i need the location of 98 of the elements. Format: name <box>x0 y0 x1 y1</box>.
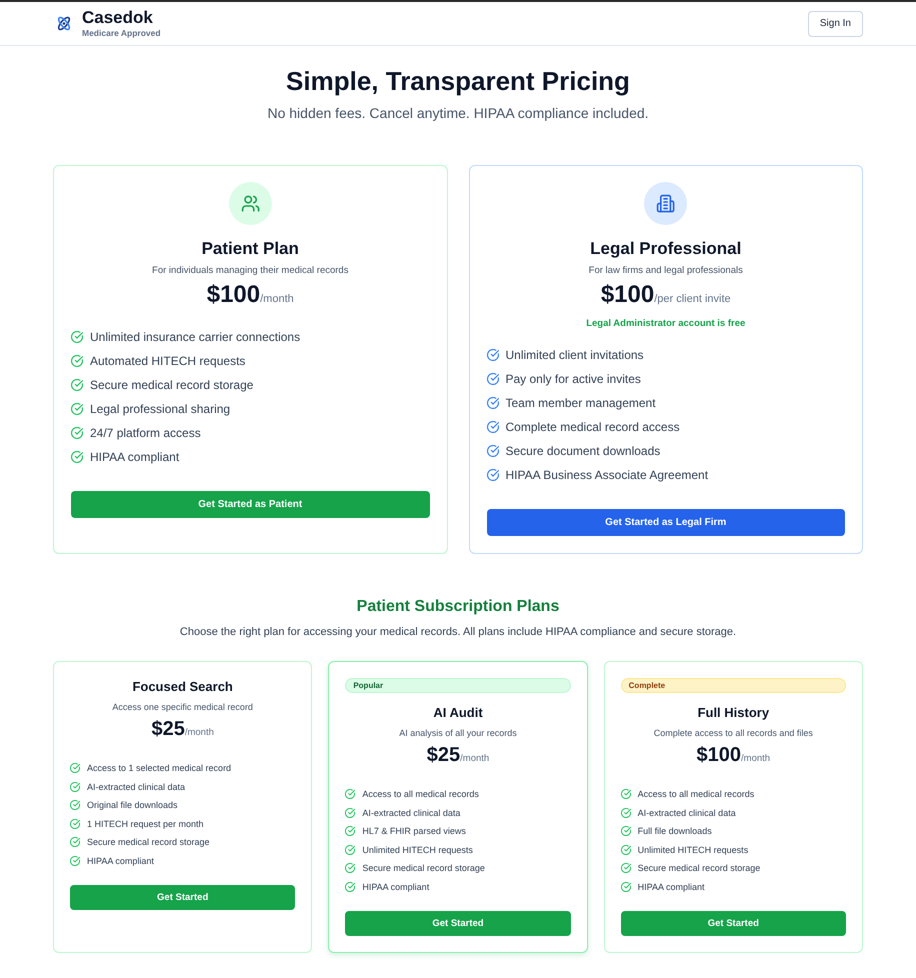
building-icon <box>644 182 688 225</box>
check-circle-icon <box>345 844 356 855</box>
price-period: /month <box>460 753 490 764</box>
plan-title: Full History <box>698 704 770 722</box>
check-circle-icon <box>71 403 83 415</box>
check-circle-icon <box>70 837 80 848</box>
check-circle-icon <box>71 331 83 343</box>
check-circle-icon <box>345 789 356 800</box>
feature-text: Unlimited HITECH requests <box>362 844 473 855</box>
feature-text: Automated HITECH requests <box>90 354 246 368</box>
check-circle-icon <box>345 826 356 836</box>
feature-text: Access to all medical records <box>638 789 754 800</box>
check-circle-icon <box>71 451 83 463</box>
plan-title: Patient Plan <box>202 238 299 260</box>
feature-text: Unlimited HITECH requests <box>638 844 748 855</box>
feature-text: Unlimited client invitations <box>506 348 644 362</box>
feature-text: Secure document downloads <box>506 444 660 458</box>
check-circle-icon <box>70 818 80 829</box>
check-circle-icon <box>70 782 80 792</box>
check-circle-icon <box>486 421 498 433</box>
plan-title: AI Audit <box>433 704 483 722</box>
plan-description: AI analysis of all your records <box>399 727 517 740</box>
get-started-button[interactable]: Get Started <box>70 885 296 910</box>
feature-text: Full file downloads <box>638 826 712 836</box>
get-started-button[interactable]: Get Started as Patient <box>71 491 430 518</box>
brand-name: Casedok <box>82 8 154 27</box>
plan-title: Focused Search <box>132 678 233 696</box>
feature-text: Secure medical record storage <box>90 378 254 392</box>
price-amount: $100 <box>206 281 260 308</box>
atom-icon <box>56 15 72 32</box>
feature-text: Secure medical record storage <box>362 863 485 874</box>
feature-text: AI-extracted clinical data <box>87 782 186 792</box>
plan-description: Access one specific medical record <box>112 701 253 714</box>
feature-text: AI-extracted clinical data <box>638 808 736 818</box>
price-period: /month <box>260 293 294 305</box>
brand-tagline: Medicare Approved <box>82 27 161 39</box>
price-period: /month <box>184 727 214 738</box>
feature-text: Secure medical record storage <box>638 863 760 874</box>
feature-text: Legal professional sharing <box>90 402 230 416</box>
price-amount: $100 <box>600 281 654 308</box>
plan-badge: Popular <box>345 678 571 693</box>
check-circle-icon <box>486 349 498 361</box>
plan-description: Complete access to all records and files <box>654 727 813 740</box>
check-circle-icon <box>71 427 83 439</box>
check-circle-icon <box>620 844 631 855</box>
plan-description: For individuals managing their medical records <box>152 264 348 278</box>
check-circle-icon <box>71 379 83 391</box>
feature-text: HIPAA Business Associate Agreement <box>506 468 708 482</box>
plan-description: For law firms and legal professionals <box>588 264 743 278</box>
get-started-button[interactable]: Get Started <box>620 911 846 936</box>
feature-text: Access to 1 selected medical record <box>87 763 232 774</box>
feature-text: 1 HITECH request per month <box>87 818 204 829</box>
sign-in-button[interactable]: Sign In <box>808 10 863 36</box>
check-circle-icon <box>620 882 631 892</box>
feature-text: Original file downloads <box>87 800 178 810</box>
section-subtitle: Choose the right plan for accessing your medical records. All plans include HIPAA compliance and secure storage. <box>178 625 738 640</box>
check-circle-icon <box>486 445 498 457</box>
check-circle-icon <box>620 863 631 874</box>
users-icon <box>228 182 272 225</box>
feature-text: Access to all medical records <box>362 789 479 800</box>
check-circle-icon <box>345 808 356 818</box>
page-subtitle: No hidden fees. Cancel anytime. HIPAA compliance included. <box>266 104 650 123</box>
check-circle-icon <box>345 863 356 874</box>
check-circle-icon <box>486 469 498 481</box>
page-title: Simple, Transparent Pricing <box>285 66 631 96</box>
check-circle-icon <box>345 882 356 892</box>
feature-text: Pay only for active invites <box>506 372 641 386</box>
section-title: Patient Subscription Plans <box>356 597 560 617</box>
feature-text: Unlimited insurance carrier connections <box>90 330 300 344</box>
feature-text: Complete medical record access <box>506 420 680 434</box>
plan-title: Legal Professional <box>590 238 742 260</box>
check-circle-icon <box>70 856 80 866</box>
check-circle-icon <box>620 826 631 836</box>
feature-text: 24/7 platform access <box>90 426 201 440</box>
get-started-button[interactable]: Get Started <box>345 911 571 936</box>
feature-text: HIPAA compliant <box>90 450 180 464</box>
price-amount: $25 <box>426 744 460 766</box>
get-started-button[interactable]: Get Started as Legal Firm <box>486 509 845 536</box>
check-circle-icon <box>486 373 498 385</box>
feature-text: HL7 & FHIR parsed views <box>362 826 466 836</box>
check-circle-icon <box>70 800 80 810</box>
check-circle-icon <box>70 763 80 774</box>
feature-text: HIPAA compliant <box>362 882 430 892</box>
feature-text: HIPAA compliant <box>87 856 154 866</box>
check-circle-icon <box>620 808 631 818</box>
price-amount: $25 <box>151 718 185 740</box>
check-circle-icon <box>486 397 498 409</box>
feature-text: AI-extracted clinical data <box>362 808 460 818</box>
feature-text: Team member management <box>506 396 656 410</box>
price-amount: $100 <box>696 744 742 766</box>
plan-badge: Complete <box>620 678 846 693</box>
price-period: /per client invite <box>654 293 731 305</box>
feature-text: HIPAA compliant <box>638 882 705 892</box>
feature-text: Secure medical record storage <box>87 837 210 848</box>
plan-note: Legal Administrator account is free <box>586 317 746 331</box>
price-period: /month <box>741 753 770 764</box>
check-circle-icon <box>71 355 83 367</box>
check-circle-icon <box>620 789 631 800</box>
